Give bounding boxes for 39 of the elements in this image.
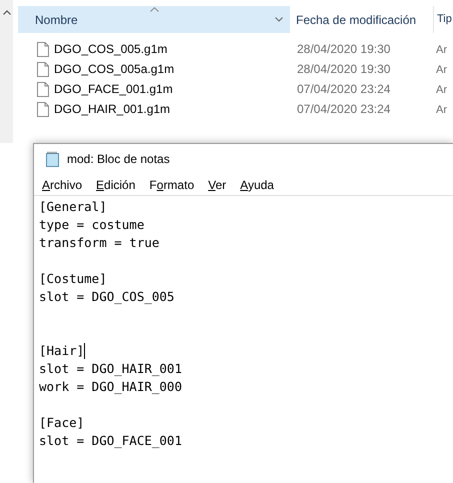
menu-item[interactable]: Edición	[96, 176, 136, 194]
window-title: mod: Bloc de notas	[67, 151, 170, 168]
scrollbar[interactable]	[0, 0, 13, 143]
text-line: [Face]	[39, 414, 84, 432]
text-line: slot = DGO_COS_005	[39, 288, 174, 306]
file-type: Ar	[436, 44, 447, 56]
file-name[interactable]: DGO_COS_005.g1m	[54, 40, 168, 58]
notepad-icon	[45, 151, 61, 167]
text-line: [Costume]	[39, 270, 107, 288]
modified-date: 28/04/2020 19:30	[297, 42, 390, 56]
file-name[interactable]: DGO_FACE_001.g1m	[54, 80, 173, 98]
file-name[interactable]: DGO_HAIR_001.g1m	[54, 100, 170, 118]
text-line: slot = DGO_HAIR_001	[39, 360, 182, 378]
text-line: type = costume	[39, 216, 144, 234]
modified-date: 28/04/2020 19:30	[297, 62, 390, 76]
dropdown-icon[interactable]	[275, 17, 283, 22]
text-line: [Hair]	[39, 342, 84, 360]
modified-date: 07/04/2020 23:24	[297, 82, 390, 96]
file-type: Ar	[436, 104, 447, 116]
text-line: work = DGO_HAIR_000	[39, 378, 182, 396]
menu-item[interactable]: Ayuda	[240, 176, 274, 194]
column-header[interactable]: Tip	[433, 6, 453, 33]
text-line: [General]	[39, 198, 107, 216]
menu-item[interactable]: Formato	[149, 176, 194, 194]
text-area[interactable]: [General] type = costume transform = true [Costume] slot = DGO_COS_005 [Hair] slot = DGO_HAIR_001 work = DGO_HAIR_000 [Face] slot = DGO_FACE_001	[34, 195, 453, 483]
file-type: Ar	[436, 64, 447, 76]
text-line: slot = DGO_FACE_001	[39, 432, 182, 450]
file-icon	[37, 42, 49, 56]
column-header[interactable]: Nombre	[18, 6, 290, 33]
file-name[interactable]: DGO_COS_005a.g1m	[54, 60, 174, 78]
text-line: transform = true	[39, 234, 160, 252]
file-icon	[37, 102, 49, 116]
file-type: Ar	[436, 84, 447, 96]
modified-date: 07/04/2020 23:24	[297, 102, 390, 116]
menu-item[interactable]: Ver	[208, 176, 226, 194]
menu-item[interactable]: Archivo	[42, 176, 82, 194]
file-icon	[37, 82, 49, 96]
scroll-up-icon[interactable]	[2, 10, 10, 15]
file-icon	[37, 62, 49, 76]
